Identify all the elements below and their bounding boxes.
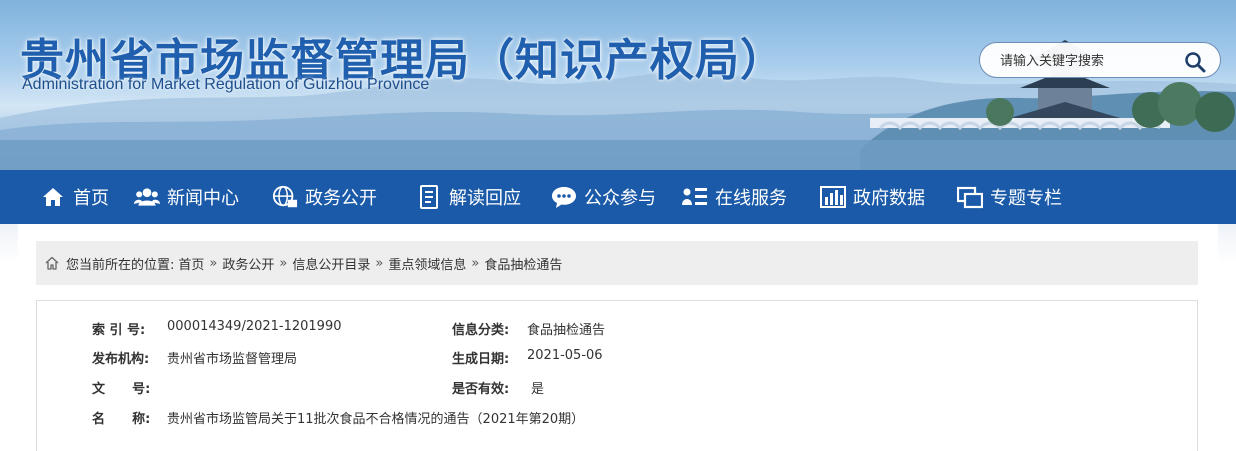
site-subtitle: Administration for Market Regulation of … (22, 76, 430, 93)
publisher-label: 发布机构: (92, 352, 150, 367)
nav-item-home[interactable]: 首页 (40, 170, 109, 224)
header-banner: 贵州省市场监督管理局（知识产权局） Administration for Mar… (0, 0, 1236, 170)
breadcrumb-separator: » (375, 255, 384, 271)
category-value: 食品抽检通告 (527, 323, 606, 338)
index-value: 000014349/2021-1201990 (167, 319, 342, 334)
document-icon (416, 184, 442, 210)
name-label: 名 称: (92, 412, 151, 427)
breadcrumb: 您当前所在的位置: 首页 » 政务公开 » 信息公开目录 » 重点领域信息 » … (36, 241, 1198, 285)
nav-item-label: 首页 (73, 188, 109, 209)
nav-item-label: 新闻中心 (167, 188, 239, 209)
nav-item-participation[interactable]: 公众参与 (551, 170, 656, 224)
breadcrumb-link-key-areas[interactable]: 重点领域信息 (388, 254, 466, 273)
document-metadata: 索 引 号: 000014349/2021-1201990 信息分类: 食品抽检… (36, 300, 1198, 451)
date-value: 2021-05-06 (527, 348, 603, 363)
breadcrumb-link-catalog[interactable]: 信息公开目录 (292, 254, 370, 273)
nav-item-label: 政务公开 (305, 188, 377, 209)
breadcrumb-prefix: 您当前所在的位置: (66, 257, 175, 273)
doc-number-label: 文 号: (92, 382, 151, 397)
breadcrumb-separator: » (209, 255, 218, 271)
validity-value: 是 (531, 382, 545, 397)
breadcrumb-link-food-inspection[interactable]: 食品抽检通告 (484, 254, 562, 273)
validity-label: 是否有效: (452, 382, 510, 397)
breadcrumb-link-public-affairs[interactable]: 政务公开 (222, 254, 274, 273)
nav-item-special-topics[interactable]: 专题专栏 (957, 170, 1062, 224)
category-label: 信息分类: (452, 323, 510, 338)
nav-item-news[interactable]: 新闻中心 (134, 170, 239, 224)
publisher-value: 贵州省市场监督管理局 (167, 352, 298, 367)
chat-icon (551, 184, 577, 210)
home-icon (40, 184, 66, 210)
nav-item-gov-data[interactable]: 政府数据 (820, 170, 925, 224)
breadcrumb-separator: » (279, 255, 288, 271)
people-icon (134, 184, 160, 210)
nav-item-label: 公众参与 (584, 188, 656, 209)
breadcrumb-link-home[interactable]: 首页 (178, 254, 204, 273)
search-input[interactable] (1000, 51, 1180, 71)
nav-item-label: 专题专栏 (990, 188, 1062, 209)
bar-chart-icon (820, 184, 846, 210)
nav-item-public-affairs[interactable]: 政务公开 (272, 170, 377, 224)
date-label: 生成日期: (452, 352, 510, 367)
name-value: 贵州省市场监管局关于11批次食品不合格情况的通告（2021年第20期） (167, 412, 585, 427)
windows-icon (957, 184, 983, 210)
breadcrumb-separator: » (471, 255, 480, 271)
globe-icon (272, 184, 298, 210)
index-label: 索 引 号: (92, 323, 146, 338)
nav-item-label: 在线服务 (715, 188, 787, 209)
search-icon[interactable] (1184, 51, 1206, 73)
nav-item-label: 政府数据 (853, 188, 925, 209)
nav-item-interpretation[interactable]: 解读回应 (416, 170, 521, 224)
service-list-icon (682, 184, 708, 210)
nav-item-label: 解读回应 (449, 188, 521, 209)
main-nav: 首页 新闻中心 政务公开 解读回应 公众参与 在线服务 政府数据 专题专栏 (0, 170, 1236, 224)
home-outline-icon (45, 256, 59, 270)
search-box (979, 42, 1221, 78)
nav-item-online-service[interactable]: 在线服务 (682, 170, 787, 224)
